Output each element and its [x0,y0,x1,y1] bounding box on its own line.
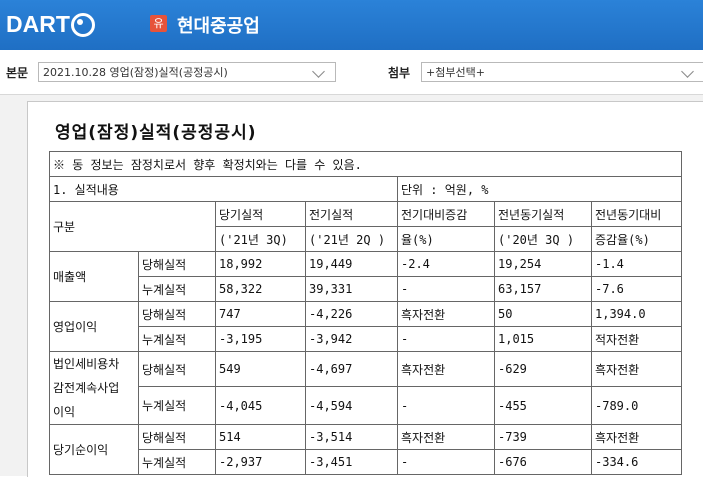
document-toolbar: 본문 2021.10.28 영업(잠정)실적(공정공시) 첨부 +첨부선택+ [0,50,703,95]
cell-qoq: 흑자전환 [397,350,495,388]
cell-prev: -3,942 [305,326,398,352]
header-category: 구분 [49,201,216,252]
cell-prev: -3,514 [305,424,398,450]
attach-label: 첨부 [388,66,411,80]
cell-qoq: 흑자전환 [397,424,495,450]
cell-yoy: -455 [494,386,592,425]
cell-prev: -4,697 [305,350,398,388]
cell-prev: -3,451 [305,449,398,475]
cell-yoy: -676 [494,449,592,475]
document-title: 영업(잠정)실적(공정공시) [55,123,257,143]
notice-cell: ※ 동 정보는 잠정치로서 향후 확정치와는 다를 수 있음. [49,151,682,177]
cell-prev: 19,449 [305,251,398,277]
cell-yoyr: 흑자전환 [591,350,682,388]
dart-logo[interactable]: DART [6,11,95,38]
header-cur-period: ('21년 3Q) [215,226,306,252]
cell-yoy: 50 [494,301,592,327]
cell-yoyr: -1.4 [591,251,682,277]
row-type: 당해실적 [138,251,216,277]
cell-prev: -4,594 [305,386,398,425]
row-type: 당해실적 [138,301,216,327]
market-badge: 유 [150,15,167,32]
cell-yoyr: 흑자전환 [591,424,682,450]
cell-qoq: 흑자전환 [397,301,495,327]
cell-cur: 514 [215,424,306,450]
cell-yoyr: 적자전환 [591,326,682,352]
cell-yoy: -629 [494,350,592,388]
row-type: 누계실적 [138,276,216,302]
row-type: 당해실적 [138,350,216,388]
cell-qoq: - [397,326,495,352]
header-yoyr: 전년동기대비 [591,201,682,227]
main-doc-label: 본문 [6,66,29,80]
results-table: ※ 동 정보는 잠정치로서 향후 확정치와는 다를 수 있음. 1. 실적내용 … [49,151,682,475]
header-yoyr-unit: 증감율(%) [591,226,682,252]
header-prev-period: ('21년 2Q ) [305,226,398,252]
cell-cur: 549 [215,350,306,388]
row-group-label: 영업이익 [49,301,139,352]
cell-yoy: 19,254 [494,251,592,277]
group-label-line: 이익 [53,405,76,419]
cell-prev: -4,226 [305,301,398,327]
cell-cur: 747 [215,301,306,327]
attach-value: +첨부선택+ [426,66,485,79]
header-qoq-unit: 율(%) [397,226,495,252]
cell-cur: -3,195 [215,326,306,352]
header-qoq: 전기대비증감 [397,201,495,227]
cell-cur: -4,045 [215,386,306,425]
main-doc-value: 2021.10.28 영업(잠정)실적(공정공시) [43,66,228,79]
row-type: 누계실적 [138,449,216,475]
row-group-label: 법인세비용차감전계속사업이익 [49,351,139,425]
chevron-down-icon [312,65,325,78]
header-bar: DART 유 현대중공업 [0,0,703,50]
main-doc-select[interactable]: 2021.10.28 영업(잠정)실적(공정공시) [38,62,336,82]
cell-prev: 39,331 [305,276,398,302]
cell-yoyr: -334.6 [591,449,682,475]
row-type: 누계실적 [138,386,216,425]
section-cell: 1. 실적내용 [49,176,398,202]
document-page: 영업(잠정)실적(공정공시) ※ 동 정보는 잠정치로서 향후 확정치와는 다를… [27,101,703,477]
attach-select[interactable]: +첨부선택+ [421,62,703,82]
cell-qoq: - [397,449,495,475]
chevron-down-icon [681,65,694,78]
header-cur: 당기실적 [215,201,306,227]
row-type: 누계실적 [138,326,216,352]
cell-qoq: - [397,276,495,302]
cell-cur: 58,322 [215,276,306,302]
cell-qoq: - [397,386,495,425]
cell-qoq: -2.4 [397,251,495,277]
row-type: 당해실적 [138,424,216,450]
logo-circle-icon [70,12,95,37]
header-yoy: 전년동기실적 [494,201,592,227]
header-yoy-period: ('20년 3Q ) [494,226,592,252]
cell-yoy: 63,157 [494,276,592,302]
cell-cur: 18,992 [215,251,306,277]
cell-yoyr: 1,394.0 [591,301,682,327]
group-label-line: 법인세비용차 [53,357,120,371]
row-group-label: 당기순이익 [49,424,139,475]
row-group-label: 매출액 [49,251,139,302]
company-name: 현대중공업 [177,16,260,37]
header-prev: 전기실적 [305,201,398,227]
cell-yoy: -739 [494,424,592,450]
cell-yoyr: -789.0 [591,386,682,425]
cell-yoy: 1,015 [494,326,592,352]
unit-cell: 단위 : 억원, % [397,176,682,202]
group-label-line: 감전계속사업 [53,381,120,395]
cell-cur: -2,937 [215,449,306,475]
cell-yoyr: -7.6 [591,276,682,302]
